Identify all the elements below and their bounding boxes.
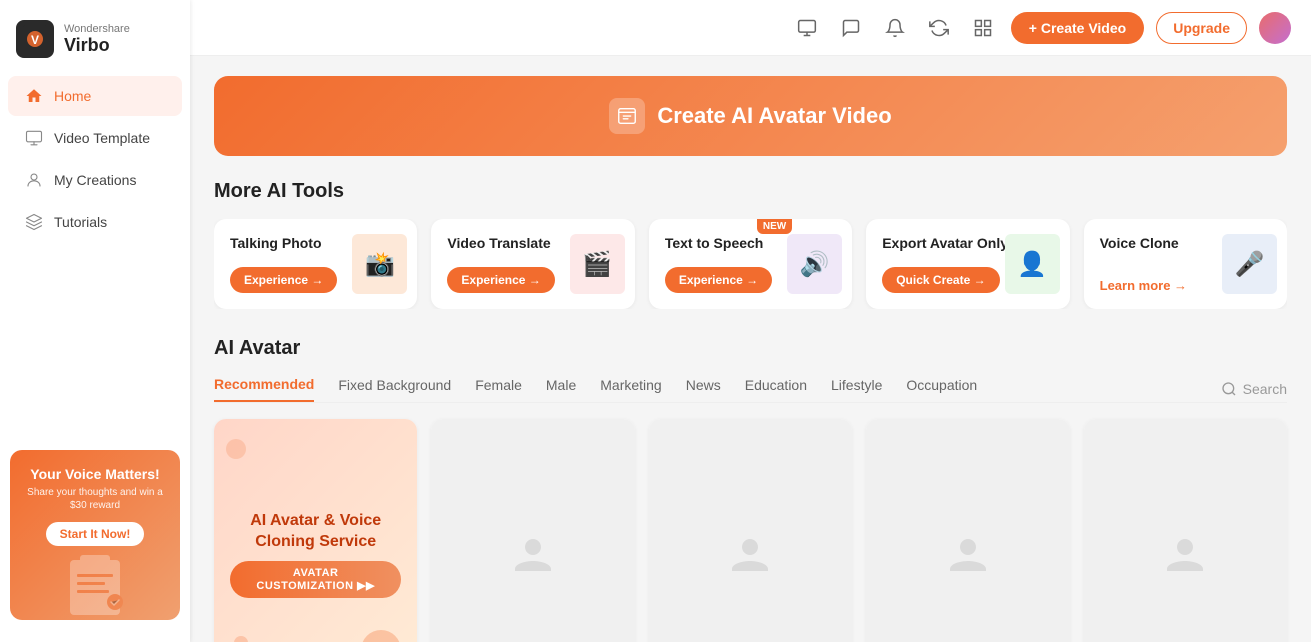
promo-button[interactable]: Start It Now!	[46, 522, 145, 546]
quick-create-button[interactable]: Quick Create →	[882, 267, 999, 293]
sidebar-item-home[interactable]: Home	[8, 76, 182, 116]
more-ai-tools-title: More AI Tools	[214, 180, 1287, 203]
tab-occupation[interactable]: Occupation	[906, 377, 977, 401]
export-avatar-image: 👤	[1005, 234, 1060, 294]
ruby-image	[866, 419, 1069, 642]
ai-avatar-title: AI Avatar	[214, 337, 1287, 360]
topbar: + Create Video Upgrade	[190, 0, 1311, 56]
home-icon	[24, 86, 44, 106]
tool-card-voice-clone: Voice Clone Learn more → 🎤	[1084, 219, 1287, 309]
chat-icon[interactable]	[835, 12, 867, 44]
experience-button-video-translate[interactable]: Experience →	[447, 267, 554, 293]
tab-education[interactable]: Education	[745, 377, 807, 401]
sidebar: V Wondershare Virbo Home Video Template	[0, 0, 190, 642]
user-avatar[interactable]	[1259, 12, 1291, 44]
harper-image	[1084, 419, 1287, 642]
video-translate-image: 🎬	[570, 234, 625, 294]
promo-title: Your Voice Matters!	[30, 466, 159, 482]
tool-card-export-avatar: Export Avatar Only Quick Create → 👤	[866, 219, 1069, 309]
learn-more-button[interactable]: Learn more →	[1100, 278, 1187, 293]
sidebar-label-home: Home	[54, 88, 91, 104]
featured-content: AI Avatar & Voice Cloning Service AVATAR…	[214, 419, 417, 642]
search-label: Search	[1243, 381, 1287, 397]
brandt-image	[431, 419, 634, 642]
tab-fixed-background[interactable]: Fixed Background	[338, 377, 451, 401]
avatar-card-brandt[interactable]: Brandt-Casual	[431, 419, 634, 642]
tab-recommended[interactable]: Recommended	[214, 376, 314, 402]
sidebar-label-tutorials: Tutorials	[54, 214, 107, 230]
hero-banner[interactable]: Create AI Avatar Video	[214, 76, 1287, 156]
tool-card-video-translate: Video Translate Experience → 🎬	[431, 219, 634, 309]
logo-brand: Wondershare	[64, 23, 130, 35]
featured-btn[interactable]: AVATAR CUSTOMIZATION ▶▶	[230, 561, 401, 598]
avatar-search: Search	[1221, 381, 1287, 397]
upgrade-button[interactable]: Upgrade	[1156, 12, 1247, 44]
elena-image	[649, 419, 852, 642]
featured-title: AI Avatar & Voice Cloning Service	[230, 511, 401, 553]
promo-subtitle: Share your thoughts and win a $30 reward	[26, 486, 164, 512]
my-creations-icon	[24, 170, 44, 190]
video-template-icon	[24, 128, 44, 148]
promo-decoration	[10, 550, 180, 620]
text-to-speech-image: 🔊	[787, 234, 842, 294]
tab-lifestyle[interactable]: Lifestyle	[831, 377, 882, 401]
avatar-card-featured[interactable]: AI Avatar & Voice Cloning Service AVATAR…	[214, 419, 417, 642]
hero-icon	[609, 98, 645, 134]
avatar-card-elena[interactable]: Elena-Professional	[649, 419, 852, 642]
tutorials-icon	[24, 212, 44, 232]
experience-button-talking-photo[interactable]: Experience →	[230, 267, 337, 293]
avatar-grid: AI Avatar & Voice Cloning Service AVATAR…	[214, 419, 1287, 642]
tab-male[interactable]: Male	[546, 377, 576, 401]
sidebar-item-my-creations[interactable]: My Creations	[8, 160, 182, 200]
sidebar-nav: Home Video Template My Creations Tutoria…	[0, 74, 190, 244]
avatar-card-harper[interactable]: Harper-Promotion	[1084, 419, 1287, 642]
svg-text:V: V	[31, 33, 39, 47]
sidebar-item-tutorials[interactable]: Tutorials	[8, 202, 182, 242]
tool-card-text-to-speech: NEW Text to Speech Experience → 🔊	[649, 219, 852, 309]
create-video-button[interactable]: + Create Video	[1011, 12, 1144, 44]
notification-icon[interactable]	[879, 12, 911, 44]
tool-card-talking-photo: Talking Photo Experience → 📸	[214, 219, 417, 309]
tab-news[interactable]: News	[686, 377, 721, 401]
ai-tools-row: Talking Photo Experience → 📸 Video Trans…	[214, 219, 1287, 309]
logo-text: Wondershare Virbo	[64, 23, 130, 56]
desktop-icon[interactable]	[791, 12, 823, 44]
talking-photo-image: 📸	[352, 234, 407, 294]
logo-icon: V	[16, 20, 54, 58]
new-badge: NEW	[757, 219, 792, 234]
main-content: + Create Video Upgrade Create AI Avatar …	[190, 0, 1311, 642]
avatar-tabs: Recommended Fixed Background Female Male…	[214, 376, 1287, 403]
refresh-icon[interactable]	[923, 12, 955, 44]
hero-text: Create AI Avatar Video	[657, 103, 891, 129]
avatar-card-ruby[interactable]: Ruby-Games	[866, 419, 1069, 642]
promo-card: Your Voice Matters! Share your thoughts …	[10, 450, 180, 620]
featured-image: AI Avatar & Voice Cloning Service AVATAR…	[214, 419, 417, 642]
logo-area: V Wondershare Virbo	[0, 12, 190, 74]
voice-clone-image: 🎤	[1222, 234, 1277, 294]
grid-icon[interactable]	[967, 12, 999, 44]
tab-marketing[interactable]: Marketing	[600, 377, 661, 401]
sidebar-item-video-template[interactable]: Video Template	[8, 118, 182, 158]
sidebar-label-my-creations: My Creations	[54, 172, 136, 188]
sidebar-label-video-template: Video Template	[54, 130, 150, 146]
tab-female[interactable]: Female	[475, 377, 522, 401]
page-content: Create AI Avatar Video More AI Tools Tal…	[190, 56, 1311, 642]
logo-name: Virbo	[64, 35, 130, 56]
experience-button-text-to-speech[interactable]: Experience →	[665, 267, 772, 293]
